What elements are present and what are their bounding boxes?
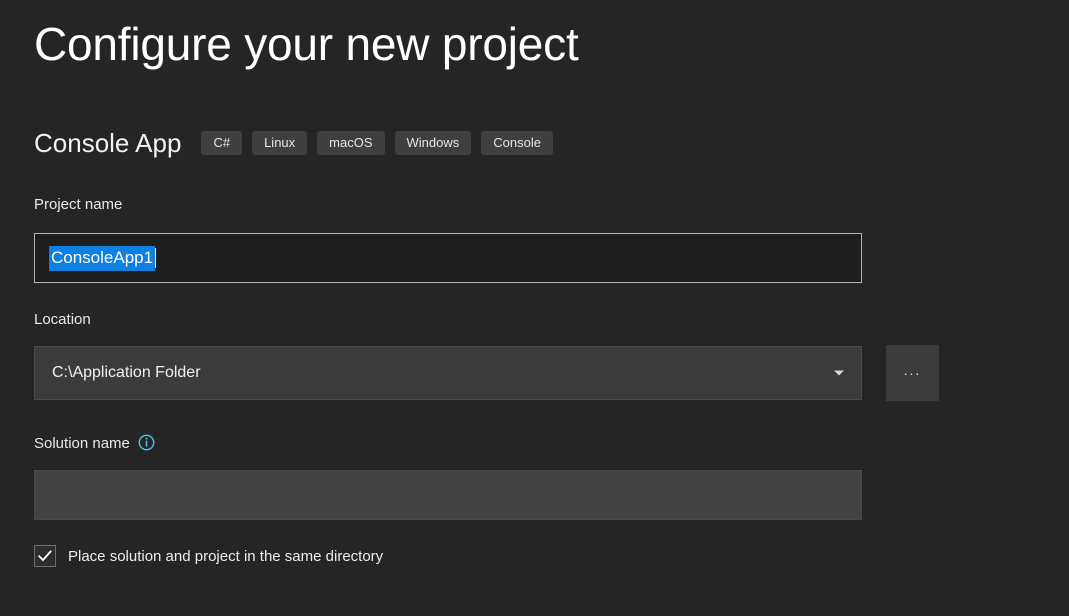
- location-label: Location: [34, 312, 91, 327]
- configure-project-page: Configure your new project Console App C…: [0, 0, 1069, 616]
- solution-name-label: Solution name: [34, 436, 130, 451]
- page-title: Configure your new project: [34, 18, 579, 71]
- project-name-input[interactable]: ConsoleApp1: [34, 233, 862, 283]
- project-name-value: ConsoleApp1: [49, 246, 155, 271]
- location-combobox[interactable]: C:\Application Folder: [34, 346, 862, 400]
- solution-name-input[interactable]: [34, 470, 862, 520]
- same-directory-label: Place solution and project in the same d…: [68, 549, 383, 564]
- location-value: C:\Application Folder: [52, 364, 831, 382]
- template-tags: C# Linux macOS Windows Console: [201, 131, 553, 155]
- tag-console: Console: [481, 131, 553, 155]
- tag-windows: Windows: [395, 131, 472, 155]
- tag-macos: macOS: [317, 131, 384, 155]
- tag-linux: Linux: [252, 131, 307, 155]
- project-name-label: Project name: [34, 197, 122, 212]
- text-caret: [155, 248, 156, 268]
- same-directory-checkbox[interactable]: [34, 545, 56, 567]
- chevron-down-icon[interactable]: [831, 365, 847, 381]
- template-name: Console App: [34, 130, 181, 156]
- browse-location-button[interactable]: ...: [886, 345, 939, 401]
- checkmark-icon: [38, 550, 52, 562]
- solution-name-label-row: Solution name: [34, 435, 155, 452]
- tag-language: C#: [201, 131, 242, 155]
- info-icon[interactable]: [138, 434, 155, 451]
- template-header: Console App C# Linux macOS Windows Conso…: [34, 126, 553, 160]
- same-directory-row[interactable]: Place solution and project in the same d…: [34, 545, 383, 567]
